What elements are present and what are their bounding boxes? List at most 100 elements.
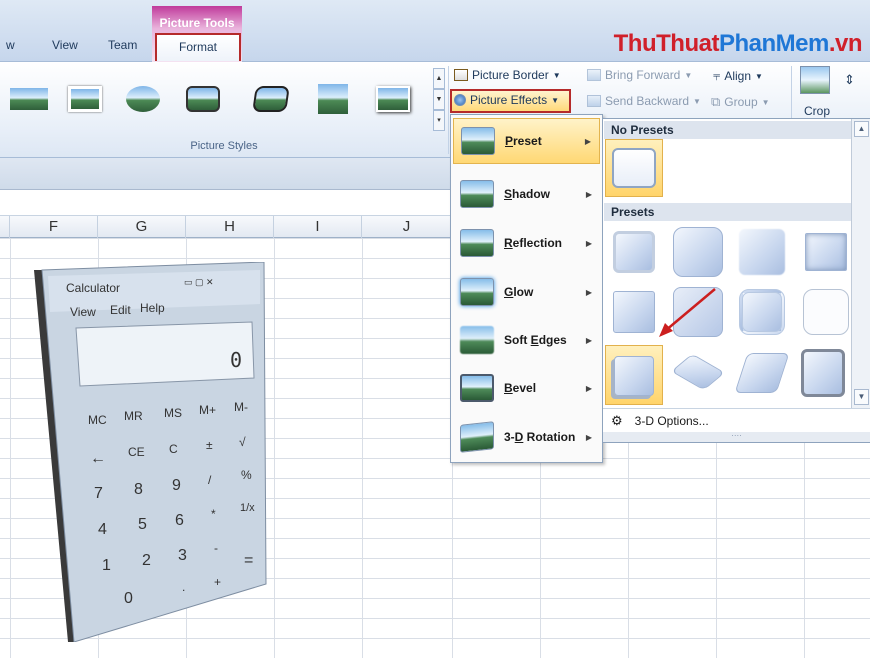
calc-key[interactable]: 1/x	[240, 502, 255, 514]
preset-9[interactable]	[605, 345, 663, 405]
preset-12[interactable]	[797, 345, 855, 403]
preset-7[interactable]	[733, 283, 791, 341]
calculator-menu-help[interactable]: Help	[140, 301, 165, 315]
3d-options-item[interactable]: ⚙ 3-D Options...	[603, 408, 870, 432]
picture-effects-button[interactable]: Picture Effects ▼	[450, 89, 571, 113]
tab-team[interactable]: Team	[108, 38, 137, 52]
calculator-menu-edit[interactable]: Edit	[110, 303, 131, 317]
menu-item-preset[interactable]: Preset ▶	[453, 118, 600, 164]
calc-key[interactable]: 5	[138, 516, 147, 534]
gallery-more-icon[interactable]: ▾	[433, 110, 445, 131]
align-label: Align	[724, 69, 752, 83]
calc-key[interactable]: *	[211, 507, 216, 521]
calc-key[interactable]: 3	[178, 547, 187, 565]
calc-key[interactable]: 0	[124, 590, 133, 608]
picture-style-5[interactable]	[250, 82, 292, 116]
calc-key[interactable]: MC	[88, 413, 107, 427]
gallery-down-icon[interactable]: ▼	[433, 89, 445, 110]
picture-style-3[interactable]	[122, 82, 164, 116]
menu-item-shadow[interactable]: Shadow ▶	[453, 171, 600, 217]
calculator-picture[interactable]: Calculator View Edit Help 0 ▭ ▢ ✕ MC MR …	[34, 262, 272, 642]
shadow-icon	[460, 180, 494, 208]
dropdown-arrow-icon: ▼	[755, 71, 763, 81]
column-header-g[interactable]: G	[98, 216, 186, 238]
menu-item-label: Glow	[504, 285, 534, 299]
brand-part-3: .vn	[828, 30, 863, 57]
menu-item-label: Soft Edges	[504, 333, 567, 347]
send-backward-button[interactable]: Send Backward ▼	[587, 94, 701, 108]
column-header-i[interactable]: I	[274, 216, 362, 238]
gallery-scroller[interactable]: ▲ ▼ ▾	[433, 68, 445, 134]
column-header-f[interactable]: F	[10, 216, 98, 238]
calc-key[interactable]: M-	[234, 400, 248, 414]
preset-8[interactable]	[797, 283, 855, 341]
tab-format[interactable]: Format	[155, 33, 241, 61]
crop-button[interactable]: ⇕ Crop	[796, 66, 870, 118]
calc-key[interactable]: C	[169, 442, 178, 456]
calc-key[interactable]: √	[239, 435, 246, 449]
calc-key[interactable]: M+	[199, 403, 216, 417]
calc-key[interactable]: 1	[102, 557, 111, 575]
menu-item-glow[interactable]: Glow ▶	[453, 269, 600, 315]
preset-none[interactable]	[605, 139, 663, 197]
column-header-h[interactable]: H	[186, 216, 274, 238]
calculator-menu-view[interactable]: View	[70, 305, 96, 319]
gallery-up-icon[interactable]: ▲	[433, 68, 445, 89]
resize-grip-icon[interactable]: ····	[603, 432, 870, 442]
calc-key[interactable]: 6	[175, 512, 184, 530]
picture-border-button[interactable]: Picture Border ▼	[454, 68, 561, 82]
calc-key[interactable]: 7	[94, 485, 103, 503]
picture-border-label: Picture Border	[472, 68, 549, 82]
calc-key[interactable]: +	[214, 575, 221, 589]
preset-2[interactable]	[669, 223, 727, 281]
dropdown-arrow-icon: ▼	[693, 96, 701, 106]
picture-style-6[interactable]	[312, 82, 354, 116]
calc-key[interactable]: MS	[164, 406, 182, 420]
calc-key[interactable]: -	[214, 541, 218, 555]
dropdown-arrow-icon: ▼	[551, 95, 560, 105]
picture-style-1[interactable]	[8, 82, 50, 116]
picture-style-4[interactable]	[182, 82, 224, 116]
column-header-j[interactable]: J	[362, 216, 452, 238]
calc-key[interactable]: MR	[124, 409, 143, 423]
calc-key[interactable]: .	[182, 580, 185, 594]
picture-style-2[interactable]	[64, 82, 106, 116]
menu-item-soft-edges[interactable]: Soft Edges ▶	[453, 317, 600, 363]
menu-item-reflection[interactable]: Reflection ▶	[453, 220, 600, 266]
calc-key[interactable]: ←	[90, 450, 106, 468]
grid-line	[362, 238, 363, 658]
preset-4[interactable]	[797, 223, 855, 281]
calc-key[interactable]: 4	[98, 521, 107, 539]
align-button[interactable]: ⫧ Align ▼	[713, 68, 763, 84]
menu-item-3d-rotation[interactable]: 3-D Rotation ▶	[453, 414, 600, 460]
picture-tools-label: Picture Tools	[159, 16, 235, 30]
calc-key[interactable]: %	[241, 468, 252, 482]
column-header-partial[interactable]	[0, 216, 10, 238]
menu-item-label: Reflection	[504, 236, 563, 250]
preset-scrollbar[interactable]: ▲ ▼	[851, 119, 870, 409]
calc-key[interactable]: ±	[206, 438, 213, 452]
calc-key[interactable]: 9	[172, 477, 181, 495]
calc-key[interactable]: =	[244, 552, 253, 570]
3d-options-icon: ⚙	[611, 412, 623, 428]
calc-key[interactable]: /	[208, 473, 211, 487]
calc-key[interactable]: 8	[134, 481, 143, 499]
tab-view[interactable]: View	[52, 38, 78, 52]
scroll-up-icon[interactable]: ▲	[854, 121, 869, 137]
picture-style-7[interactable]	[372, 82, 414, 116]
calc-key[interactable]: 2	[142, 552, 151, 570]
menu-item-label: 3-D Rotation	[504, 430, 576, 444]
brand-part-1: ThuThuat	[613, 30, 720, 57]
preset-3[interactable]	[733, 223, 791, 281]
scroll-down-icon[interactable]: ▼	[854, 389, 869, 405]
preset-1[interactable]	[605, 223, 663, 281]
preset-10[interactable]	[669, 345, 727, 403]
menu-item-bevel[interactable]: Bevel ▶	[453, 365, 600, 411]
group-button[interactable]: ⧉ Group ▼	[711, 94, 770, 110]
red-arrow-annotation	[659, 288, 716, 337]
3d-options-label: 3-D Options...	[634, 413, 709, 428]
calc-key[interactable]: CE	[128, 445, 145, 459]
tab-cutoff[interactable]: w	[6, 38, 15, 52]
bring-forward-button[interactable]: Bring Forward ▼	[587, 68, 692, 82]
preset-11[interactable]	[733, 345, 791, 403]
